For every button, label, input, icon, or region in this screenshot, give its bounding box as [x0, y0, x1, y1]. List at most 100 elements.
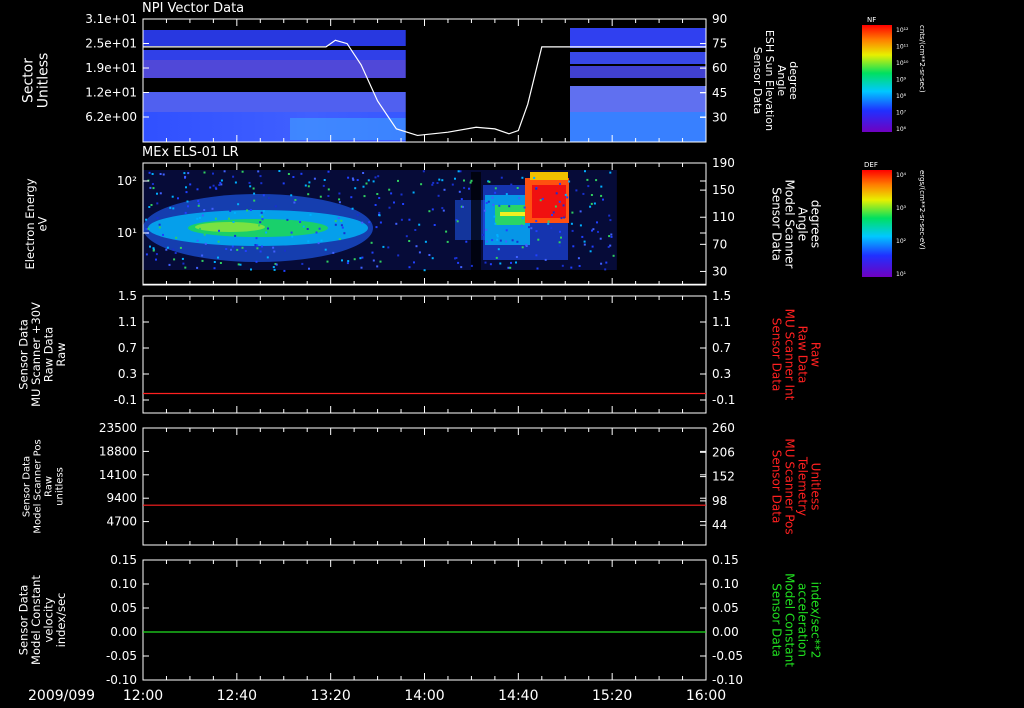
speckle-pixel — [266, 256, 269, 259]
els-colorbar-unit: ergs/(cm**2-sr-sec-eV) — [918, 170, 926, 250]
speckle-pixel — [294, 199, 297, 201]
speckle-pixel — [372, 180, 375, 183]
speckle-pixel — [600, 194, 603, 197]
speckle-pixel — [408, 266, 411, 269]
speckle-pixel — [274, 205, 277, 208]
speckle-pixel — [539, 199, 542, 202]
speckle-pixel — [340, 219, 343, 222]
y-tick-label: 10¹ — [117, 226, 137, 240]
y-tick-label: 4700 — [106, 515, 137, 529]
speckle-pixel — [470, 264, 473, 267]
speckle-pixel — [431, 257, 434, 260]
speckle-pixel — [592, 228, 595, 231]
y-tick-label: 9400 — [106, 491, 137, 505]
speckle-pixel — [558, 200, 561, 203]
panel-5-frame: 0.15 0.10 0.05 0.00 -0.05 -0.10 0.15 0.10 0.05 0.… — [16, 553, 822, 687]
npi-colorbar-tag: NF — [867, 16, 876, 24]
speckle-pixel — [372, 259, 375, 262]
speckle-pixel — [172, 248, 175, 251]
speckle-pixel — [377, 175, 380, 178]
speckle-pixel — [250, 268, 252, 271]
left-axis-label: SectorUnitless — [21, 53, 52, 109]
y-tick-label: 3.1e+01 — [85, 12, 137, 26]
speckle-pixel — [241, 246, 244, 249]
speckle-pixel — [458, 190, 461, 193]
speckle-pixel — [159, 173, 162, 175]
speckle-pixel — [362, 185, 365, 188]
speckle-pixel — [558, 241, 561, 244]
speckle-pixel — [147, 227, 150, 230]
speckle-pixel — [571, 229, 574, 232]
speckle-pixel — [379, 221, 382, 224]
right-axis-label: Sensor DataESH Sun ElevationAngledegree — [751, 30, 800, 131]
speckle-pixel — [198, 202, 200, 205]
speckle-pixel — [536, 267, 539, 270]
speckle-pixel — [356, 213, 359, 216]
speckle-pixel — [397, 179, 399, 182]
speckle-pixel — [261, 218, 264, 221]
speckle-pixel — [520, 224, 523, 227]
speckle-pixel — [482, 233, 484, 236]
speckle-pixel — [272, 246, 275, 249]
right-y-tick-label: 190 — [712, 156, 735, 170]
speckle-pixel — [334, 220, 337, 223]
speckle-pixel — [346, 262, 349, 265]
speckle-pixel — [456, 220, 459, 223]
speckle-pixel — [363, 195, 366, 198]
speckle-pixel — [465, 240, 468, 243]
speckle-pixel — [579, 224, 582, 227]
speckle-pixel — [185, 191, 188, 194]
els-green-core-b — [195, 222, 265, 232]
speckle-pixel — [564, 193, 567, 196]
speckle-pixel — [278, 170, 281, 172]
speckle-pixel — [347, 260, 350, 263]
speckle-pixel — [197, 200, 200, 202]
speckle-pixel — [463, 179, 465, 182]
speckle-pixel — [332, 251, 335, 254]
right-y-tick-label: 98 — [712, 494, 727, 508]
speckle-pixel — [454, 177, 456, 180]
speckle-pixel — [535, 254, 538, 257]
y-tick-label: 10² — [117, 174, 137, 188]
speckle-pixel — [485, 202, 488, 204]
speckle-pixel — [324, 248, 327, 251]
speckle-pixel — [560, 217, 563, 220]
speckle-pixel — [184, 175, 187, 178]
panel-border — [142, 559, 707, 681]
speckle-pixel — [423, 269, 426, 272]
right-axis-label-line: MU Scanner Pos — [783, 438, 797, 534]
speckle-pixel — [201, 259, 204, 262]
speckle-pixel — [182, 262, 185, 265]
panel-1-title: NPI Vector Data — [142, 1, 244, 16]
speckle-pixel — [187, 205, 189, 208]
right-axis-label-line: degree — [787, 61, 800, 100]
speckle-pixel — [301, 262, 304, 265]
speckle-pixel — [315, 231, 318, 234]
npi-vector-panel: NPI Vector Data NF cnts/(cm**2-sr-sec) 1… — [142, 1, 926, 142]
right-axis-label-line: Model Scanner — [783, 180, 797, 269]
speckle-pixel — [199, 227, 201, 230]
els-yellow-streak — [500, 212, 525, 216]
right-axis-label-line: Angle — [775, 65, 788, 97]
speckle-pixel — [262, 210, 265, 213]
speckle-pixel — [493, 215, 496, 218]
speckle-pixel — [341, 226, 344, 229]
y-tick-label: 18800 — [99, 444, 137, 458]
speckle-pixel — [260, 182, 263, 185]
speckle-pixel — [327, 188, 330, 191]
speckle-pixel — [457, 261, 460, 264]
left-axis-label: Sensor DataModel Scanner PosRawunitless — [22, 439, 66, 533]
right-y-tick-label: 70 — [712, 237, 727, 251]
speckle-pixel — [459, 170, 462, 173]
speckle-pixel — [498, 204, 501, 207]
right-y-tick-label: 260 — [712, 421, 735, 435]
speckle-pixel — [367, 179, 370, 182]
speckle-pixel — [155, 253, 158, 256]
speckle-pixel — [600, 262, 603, 265]
speckle-pixel — [488, 180, 491, 183]
speckle-pixel — [171, 195, 174, 198]
right-y-tick-label: 1.5 — [712, 289, 731, 303]
speckle-pixel — [483, 209, 486, 212]
speckle-pixel — [418, 223, 421, 226]
speckle-pixel — [438, 178, 441, 181]
